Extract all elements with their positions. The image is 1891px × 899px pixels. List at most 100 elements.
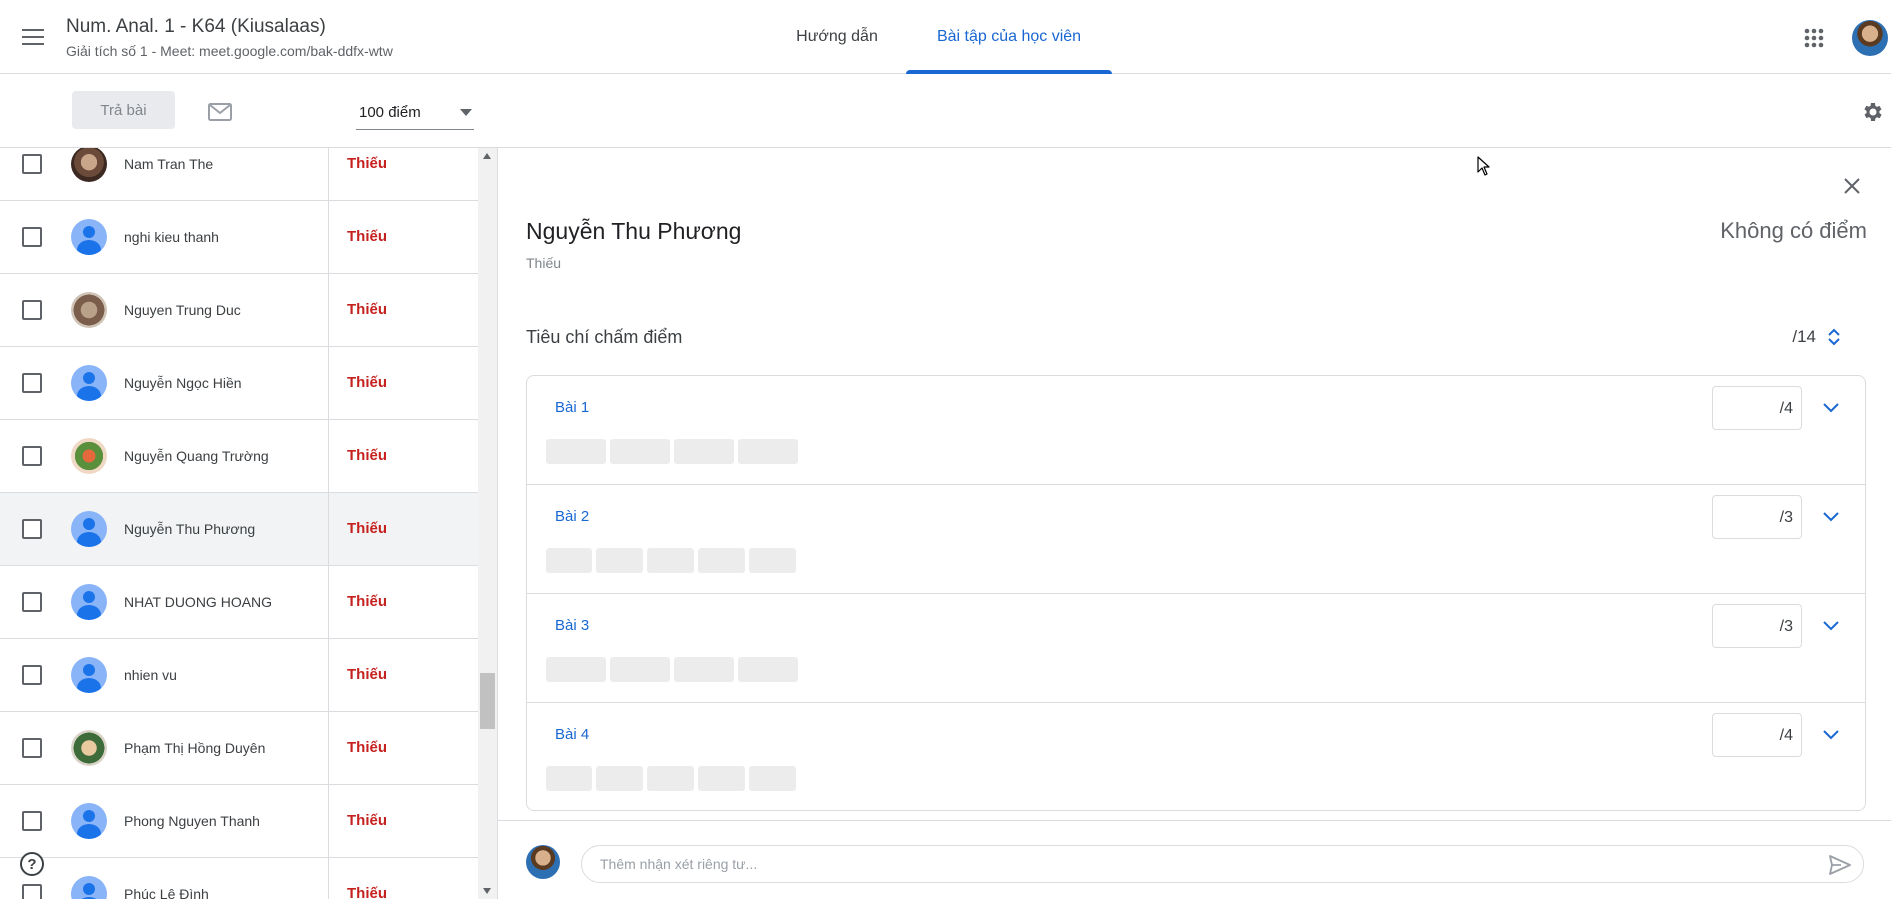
student-checkbox[interactable] [22,884,42,899]
criterion-max: /4 [1779,727,1793,744]
scroll-thumb[interactable] [480,673,495,729]
chevron-down-icon[interactable] [1817,612,1845,640]
rubric-level-placeholder[interactable] [610,439,670,464]
student-avatar [71,657,107,693]
criterion-score-input[interactable]: /4 [1712,713,1802,757]
student-row[interactable]: Phúc Lê Đình Thiếu [0,858,478,899]
column-divider [328,566,329,639]
student-row[interactable]: Phong Nguyen Thanh Thiếu [0,785,478,858]
rubric-level-placeholder[interactable] [749,548,796,573]
student-row[interactable]: Nguyễn Ngọc Hiền Thiếu [0,347,478,420]
rubric-level-placeholder[interactable] [546,657,606,682]
criterion-title[interactable]: Bài 2 [555,508,589,525]
student-checkbox[interactable] [22,592,42,612]
student-row[interactable]: Nam Tran The Thiếu [0,148,478,201]
private-comment-input[interactable] [581,845,1864,883]
student-name[interactable]: Nguyễn Ngọc Hiền [124,375,242,391]
scroll-up-arrow-icon[interactable] [483,153,491,159]
column-divider [328,420,329,493]
student-status: Thiếu [347,447,387,464]
close-icon[interactable] [1838,172,1866,200]
rubric-level-placeholder[interactable] [546,766,592,791]
rubric-level-placeholder[interactable] [647,548,694,573]
send-icon[interactable] [1826,851,1854,879]
criterion-title[interactable]: Bài 4 [555,726,589,743]
rubric-level-placeholder[interactable] [674,439,734,464]
help-icon[interactable]: ? [20,852,44,876]
hamburger-menu-icon[interactable] [17,21,49,53]
student-checkbox[interactable] [22,154,42,174]
student-checkbox[interactable] [22,373,42,393]
student-avatar [71,803,107,839]
student-name[interactable]: Phong Nguyen Thanh [124,813,260,829]
student-row[interactable]: Phạm Thị Hồng Duyên Thiếu [0,712,478,785]
rubric-level-placeholder[interactable] [610,657,670,682]
student-checkbox[interactable] [22,300,42,320]
student-checkbox[interactable] [22,519,42,539]
criterion-score-input[interactable]: /4 [1712,386,1802,430]
mail-icon[interactable] [204,96,236,128]
student-row[interactable]: Nguyễn Thu Phương Thiếu [0,493,478,566]
student-row[interactable]: nhien vu Thiếu [0,639,478,712]
student-name[interactable]: Nguyễn Quang Trường [124,448,269,464]
grading-toolbar: Trả bài 100 điểm [0,74,1891,148]
overall-grade[interactable]: Không có điểm [1720,218,1867,244]
student-name[interactable]: nghi kieu thanh [124,229,219,245]
chevron-down-icon[interactable] [1817,394,1845,422]
student-name[interactable]: Phạm Thị Hồng Duyên [124,740,265,756]
rubric-level-placeholder[interactable] [749,766,796,791]
tab-instructions[interactable]: Hướng dẫn [780,0,894,74]
column-divider [328,785,329,858]
rubric-level-placeholder[interactable] [738,439,798,464]
return-button[interactable]: Trả bài [72,91,175,129]
student-name[interactable]: Nguyễn Thu Phương [124,521,255,537]
student-status: Thiếu [347,666,387,683]
student-checkbox[interactable] [22,446,42,466]
student-status: Thiếu [347,739,387,756]
student-row[interactable]: NHAT DUONG HOANG Thiếu [0,566,478,639]
student-row[interactable]: Nguyễn Quang Trường Thiếu [0,420,478,493]
criterion-title[interactable]: Bài 1 [555,399,589,416]
student-list-scrollbar[interactable] [478,148,497,899]
student-checkbox[interactable] [22,811,42,831]
chevron-down-icon[interactable] [1817,503,1845,531]
rubric-level-placeholder[interactable] [596,548,643,573]
rubric-level-placeholder[interactable] [546,548,592,573]
student-name[interactable]: Nguyen Trung Duc [124,302,241,318]
criterion-score-input[interactable]: /3 [1712,495,1802,539]
apps-grid-icon[interactable] [1798,22,1830,54]
student-name[interactable]: NHAT DUONG HOANG [124,594,272,610]
pane-divider [497,148,498,899]
student-row[interactable]: nghi kieu thanh Thiếu [0,201,478,274]
student-list: Nam Tran The Thiếu nghi kieu thanh Thiếu Ngu… [0,148,478,899]
rubric-level-placeholder[interactable] [546,439,606,464]
rubric-level-placeholder[interactable] [596,766,643,791]
class-title[interactable]: Num. Anal. 1 - K64 (Kiusalaas) [66,16,326,38]
student-row[interactable]: Nguyen Trung Duc Thiếu [0,274,478,347]
rubric-level-placeholder[interactable] [738,657,798,682]
criterion-score-input[interactable]: /3 [1712,604,1802,648]
chevron-down-icon[interactable] [1817,721,1845,749]
student-name[interactable]: Nam Tran The [124,156,213,172]
criterion-max: /3 [1779,509,1793,526]
student-checkbox[interactable] [22,665,42,685]
rubric-level-placeholder[interactable] [674,657,734,682]
student-checkbox[interactable] [22,227,42,247]
tab-student-work[interactable]: Bài tập của học viên [906,0,1112,74]
student-status: Thiếu [347,228,387,245]
criterion-title[interactable]: Bài 3 [555,617,589,634]
student-name[interactable]: nhien vu [124,667,177,683]
account-avatar[interactable] [1852,20,1888,56]
rubric-card: Bài 1/4 Bài 2/3 Bài 3/3 Bài 4/4 [526,375,1866,811]
student-checkbox[interactable] [22,738,42,758]
commenter-avatar [526,845,560,879]
scroll-down-arrow-icon[interactable] [483,888,491,894]
expand-collapse-icon[interactable] [1820,323,1848,351]
points-select[interactable]: 100 điểm [356,96,474,130]
rubric-title: Tiêu chí chấm điểm [526,327,683,347]
rubric-level-placeholder[interactable] [647,766,694,791]
rubric-level-placeholder[interactable] [698,766,745,791]
gear-icon[interactable] [1857,96,1889,128]
rubric-level-placeholder[interactable] [698,548,745,573]
student-name[interactable]: Phúc Lê Đình [124,886,209,899]
